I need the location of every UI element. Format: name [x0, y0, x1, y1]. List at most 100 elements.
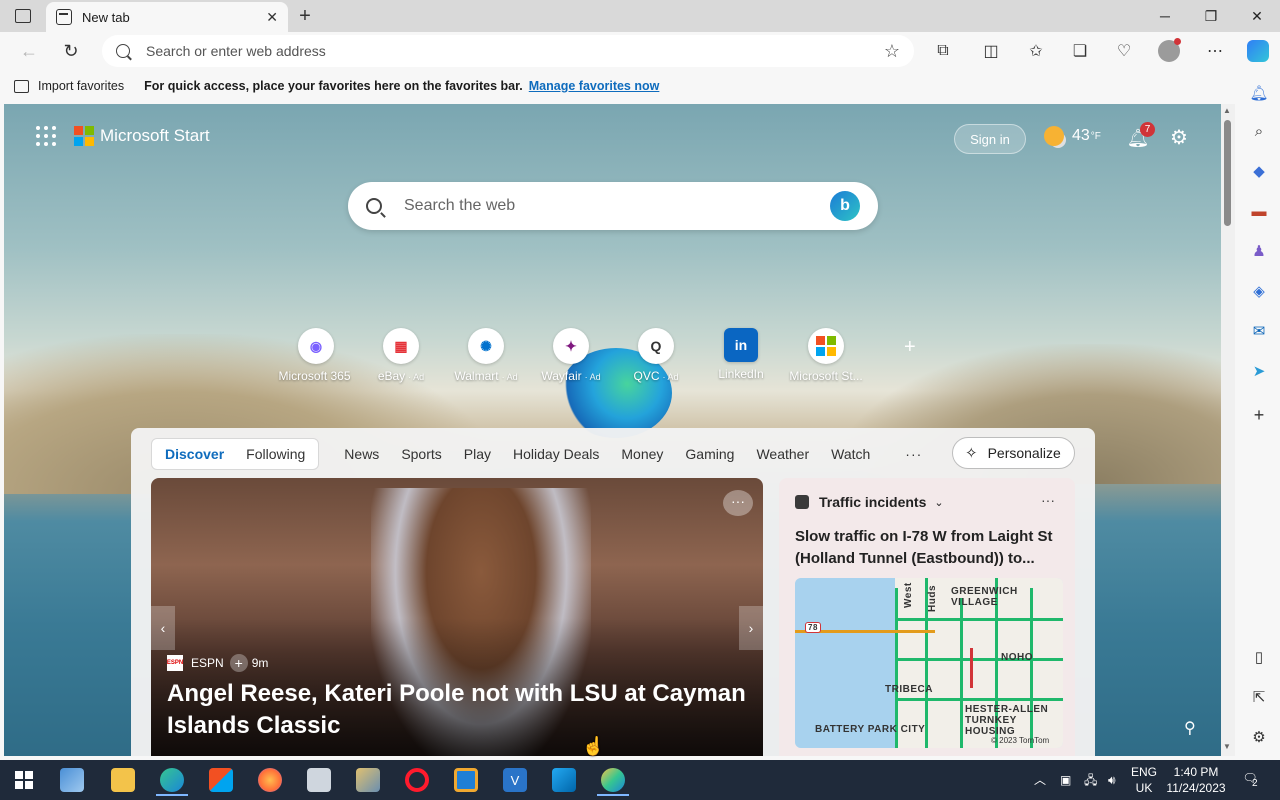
- network-icon[interactable]: 🖧︎: [1084, 772, 1097, 788]
- taskbar-store[interactable]: [201, 764, 241, 796]
- taskbar-opera[interactable]: [397, 764, 437, 796]
- add-sidebar-app-icon[interactable]: +: [1248, 404, 1270, 426]
- taskbar-vscode[interactable]: [544, 764, 584, 796]
- show-hidden-icons-button[interactable]: ︿: [1034, 772, 1046, 788]
- tab-money[interactable]: Money: [610, 446, 674, 462]
- browser-essentials-icon[interactable]: ♡: [1109, 36, 1139, 66]
- drop-send-icon[interactable]: ➤: [1248, 360, 1270, 382]
- quick-link-wayfair[interactable]: ✦ Wayfair · Ad: [529, 328, 613, 383]
- taskbar-app-v[interactable]: V: [495, 764, 535, 796]
- minimize-button[interactable]: ─: [1142, 0, 1188, 32]
- traffic-more-button[interactable]: ···: [1041, 492, 1055, 508]
- action-center-button[interactable]: 🗨︎ 2: [1238, 770, 1262, 789]
- scrollbar-thumb[interactable]: [1224, 120, 1231, 226]
- follow-source-button[interactable]: +: [229, 654, 248, 672]
- article-more-button[interactable]: ···: [723, 490, 753, 516]
- start-button[interactable]: [4, 764, 44, 796]
- taskbar-app-boxes[interactable]: [446, 764, 486, 796]
- tab-actions-button[interactable]: [0, 0, 46, 32]
- tab-watch[interactable]: Watch: [820, 446, 881, 462]
- sign-in-button[interactable]: Sign in: [954, 124, 1026, 154]
- traffic-card[interactable]: Traffic incidents ⌄ ··· Slow traffic on …: [779, 478, 1075, 756]
- weather-widget[interactable]: 43 °F: [1044, 126, 1101, 146]
- add-quick-link-button[interactable]: +: [904, 336, 916, 359]
- web-search-input[interactable]: [404, 197, 830, 215]
- tab-gaming[interactable]: Gaming: [674, 446, 745, 462]
- address-input[interactable]: [146, 43, 884, 59]
- taskbar-edge-canary[interactable]: [593, 764, 633, 796]
- tab-holiday-deals[interactable]: Holiday Deals: [502, 446, 610, 462]
- quick-link-ebay[interactable]: ▦ eBay · Ad: [359, 328, 443, 383]
- close-window-button[interactable]: ✕: [1234, 0, 1280, 32]
- traffic-title[interactable]: Slow traffic on I-78 W from Laight St (H…: [795, 526, 1067, 570]
- volume-icon[interactable]: 🔊︎: [1108, 772, 1116, 788]
- brand-title[interactable]: Microsoft Start: [100, 126, 210, 146]
- carousel-next-button[interactable]: ›: [739, 606, 763, 650]
- hero-article-card[interactable]: ··· ‹ › ESPN ESPN + 9m Angel Reese, Kate…: [151, 478, 763, 756]
- quick-link-microsoft-store[interactable]: Microsoft St...: [784, 328, 868, 383]
- taskbar-firefox[interactable]: [250, 764, 290, 796]
- open-external-icon[interactable]: ⇱: [1248, 686, 1270, 708]
- quick-link-walmart[interactable]: ✺ Walmart · Ad: [444, 328, 528, 383]
- new-tab-button[interactable]: +: [292, 4, 318, 28]
- tab-discover[interactable]: Discover: [154, 446, 235, 462]
- language-indicator[interactable]: ENG UK: [1130, 764, 1158, 796]
- page-scrollbar[interactable]: ▲ ▼: [1221, 104, 1235, 756]
- quick-link-qvc[interactable]: Q QVC · Ad: [614, 328, 698, 383]
- sidebar-settings-icon[interactable]: ⚙: [1248, 726, 1270, 748]
- clock[interactable]: 1:40 PM 11/24/2023: [1164, 764, 1228, 796]
- app-launcher-icon[interactable]: [36, 126, 56, 146]
- taskbar-app-photo[interactable]: [52, 764, 92, 796]
- games-chess-icon[interactable]: ♟: [1248, 240, 1270, 262]
- close-tab-icon[interactable]: ✕: [266, 9, 278, 26]
- microsoft-365-icon[interactable]: ◈: [1248, 280, 1270, 302]
- split-screen-icon[interactable]: ◫: [976, 36, 1006, 66]
- tab-play[interactable]: Play: [453, 446, 502, 462]
- manage-favorites-link[interactable]: Manage favorites now: [529, 79, 660, 93]
- extensions-icon[interactable]: ⧉: [928, 36, 958, 66]
- taskbar-app-brush[interactable]: [348, 764, 388, 796]
- bing-chat-icon[interactable]: b: [830, 191, 860, 221]
- favorite-star-icon[interactable]: ☆: [884, 41, 900, 62]
- tab-sports[interactable]: Sports: [390, 446, 452, 462]
- collections-icon[interactable]: ❏: [1065, 36, 1095, 66]
- search-icon[interactable]: ⌕: [1248, 120, 1270, 142]
- carousel-previous-button[interactable]: ‹: [151, 606, 175, 650]
- web-search-box[interactable]: b: [348, 182, 878, 230]
- scroll-down-icon[interactable]: ▼: [1223, 742, 1231, 751]
- back-button[interactable]: ←: [14, 36, 44, 66]
- notifications-bell-icon[interactable]: 🔔︎: [1248, 82, 1270, 104]
- tab-weather[interactable]: Weather: [745, 446, 820, 462]
- outlook-icon[interactable]: ✉: [1248, 320, 1270, 342]
- traffic-map[interactable]: GREENWICH VILLAGE NOHO TRIBECA HESTER-AL…: [795, 578, 1063, 748]
- tab-news[interactable]: News: [333, 446, 390, 462]
- settings-more-icon[interactable]: ⋯: [1200, 36, 1230, 66]
- shopping-tag-icon[interactable]: ◆: [1248, 160, 1270, 182]
- taskbar-edge[interactable]: [152, 764, 192, 796]
- quick-link-microsoft-365[interactable]: ◉ Microsoft 365: [274, 328, 358, 383]
- restore-button[interactable]: ❐: [1188, 0, 1234, 32]
- article-headline[interactable]: Angel Reese, Kateri Poole not with LSU a…: [167, 678, 747, 742]
- scroll-up-icon[interactable]: ▲: [1223, 106, 1231, 115]
- edge-canary-icon: [601, 768, 625, 792]
- notifications-button[interactable]: 🔔︎ 7: [1126, 122, 1155, 150]
- quick-link-linkedin[interactable]: in LinkedIn: [699, 328, 783, 381]
- personalize-button[interactable]: ✧ Personalize: [952, 437, 1075, 469]
- tab-new-tab[interactable]: New tab ✕: [46, 2, 288, 32]
- copilot-icon[interactable]: [1243, 36, 1273, 66]
- page-settings-icon[interactable]: ⚙: [1166, 124, 1192, 150]
- profile-avatar[interactable]: [1154, 36, 1184, 66]
- address-bar[interactable]: ☆: [102, 35, 914, 67]
- tab-following[interactable]: Following: [235, 446, 316, 462]
- traffic-card-header[interactable]: Traffic incidents ⌄: [795, 494, 944, 510]
- tray-device-icon[interactable]: ▣: [1060, 772, 1071, 788]
- feedback-icon[interactable]: ⚲: [1184, 718, 1196, 738]
- tools-briefcase-icon[interactable]: ▬: [1248, 200, 1270, 222]
- more-tabs-button[interactable]: ···: [905, 446, 922, 462]
- sidebar-layout-icon[interactable]: ▯: [1248, 646, 1270, 668]
- taskbar-file-explorer[interactable]: [103, 764, 143, 796]
- refresh-button[interactable]: ↻: [56, 36, 86, 66]
- favorites-icon[interactable]: ✩: [1021, 36, 1051, 66]
- taskbar-app-window[interactable]: [299, 764, 339, 796]
- import-favorites-button[interactable]: Import favorites: [38, 79, 124, 93]
